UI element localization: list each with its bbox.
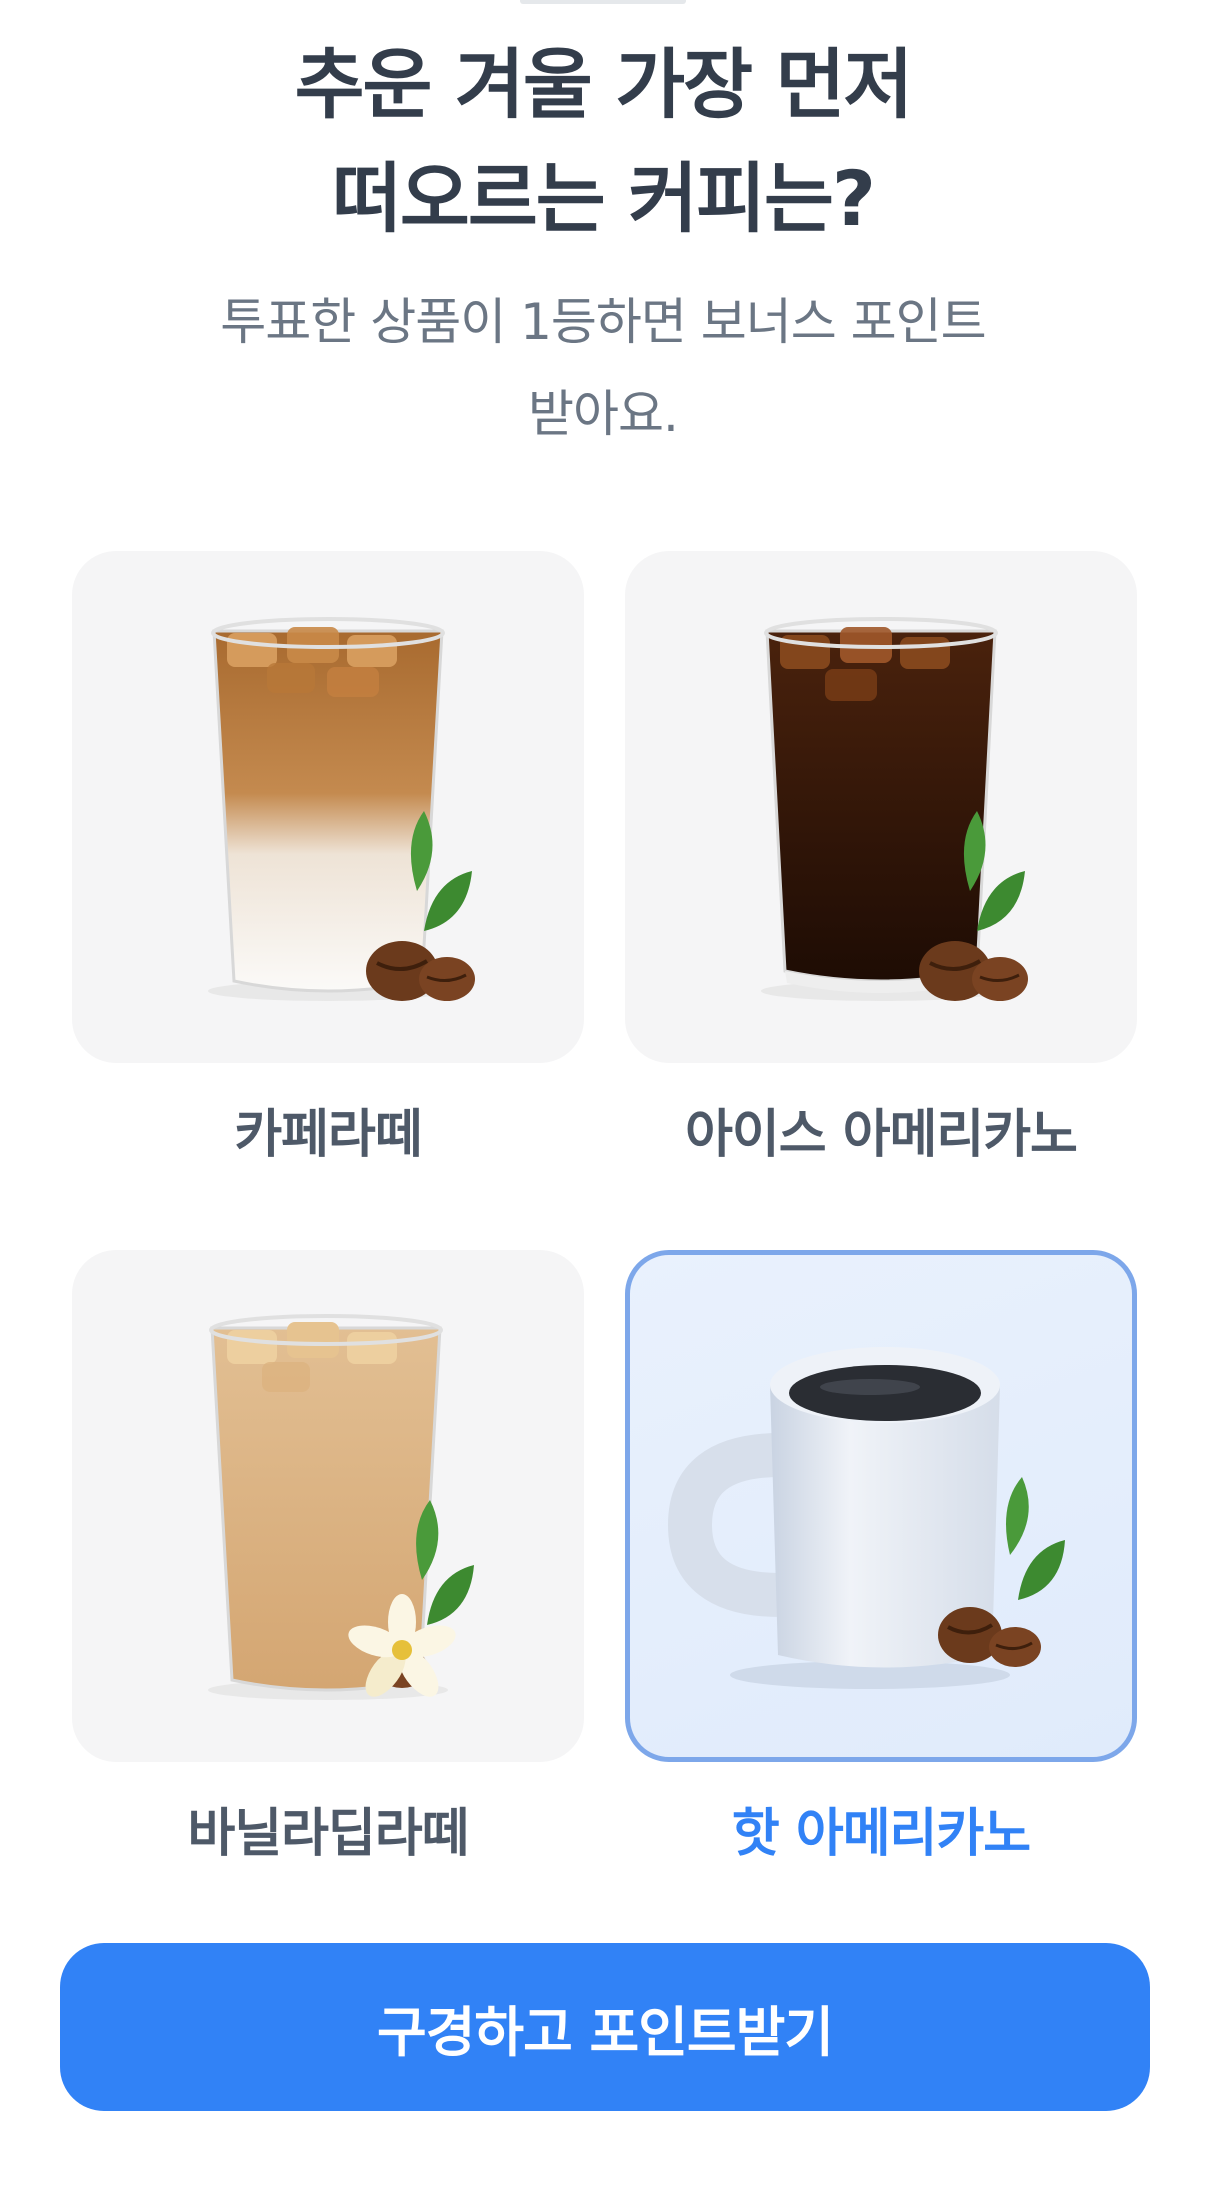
hot-coffee-mug-icon xyxy=(667,1347,1065,1689)
title-line-2: 떠오르는 커피는? xyxy=(332,154,876,243)
option-card-cafe-latte[interactable] xyxy=(72,551,584,1063)
title-line-1: 추운 겨울 가장 먼저 xyxy=(294,40,914,129)
iced-americano-icon xyxy=(761,617,1028,1001)
option-label-hot-americano[interactable]: 핫 아메리카노 xyxy=(601,1799,1161,1869)
subtitle-line-2: 받아요. xyxy=(528,385,679,443)
page-title: 추운 겨울 가장 먼저 떠오르는 커피는? xyxy=(0,28,1206,256)
vanilla-latte-icon xyxy=(208,1314,474,1700)
browse-and-get-points-button[interactable]: 구경하고 포인트받기 xyxy=(60,1943,1150,2111)
option-label-cafe-latte[interactable]: 카페라떼 xyxy=(48,1100,608,1170)
option-card-hot-americano[interactable] xyxy=(625,1250,1137,1762)
page-subtitle: 투표한 상품이 1등하면 보너스 포인트 받아요. xyxy=(0,276,1206,460)
option-card-iced-americano[interactable] xyxy=(625,551,1137,1063)
subtitle-line-1: 투표한 상품이 1등하면 보너스 포인트 xyxy=(220,293,986,351)
iced-latte-icon xyxy=(208,617,475,1001)
option-label-iced-americano[interactable]: 아이스 아메리카노 xyxy=(601,1100,1161,1170)
option-label-vanilla-latte[interactable]: 바닐라딥라떼 xyxy=(48,1799,608,1869)
option-card-vanilla-latte[interactable] xyxy=(72,1250,584,1762)
sheet-handle[interactable] xyxy=(520,0,686,4)
vote-sheet: 추운 겨울 가장 먼저 떠오르는 커피는? 투표한 상품이 1등하면 보너스 포… xyxy=(0,0,1206,2205)
